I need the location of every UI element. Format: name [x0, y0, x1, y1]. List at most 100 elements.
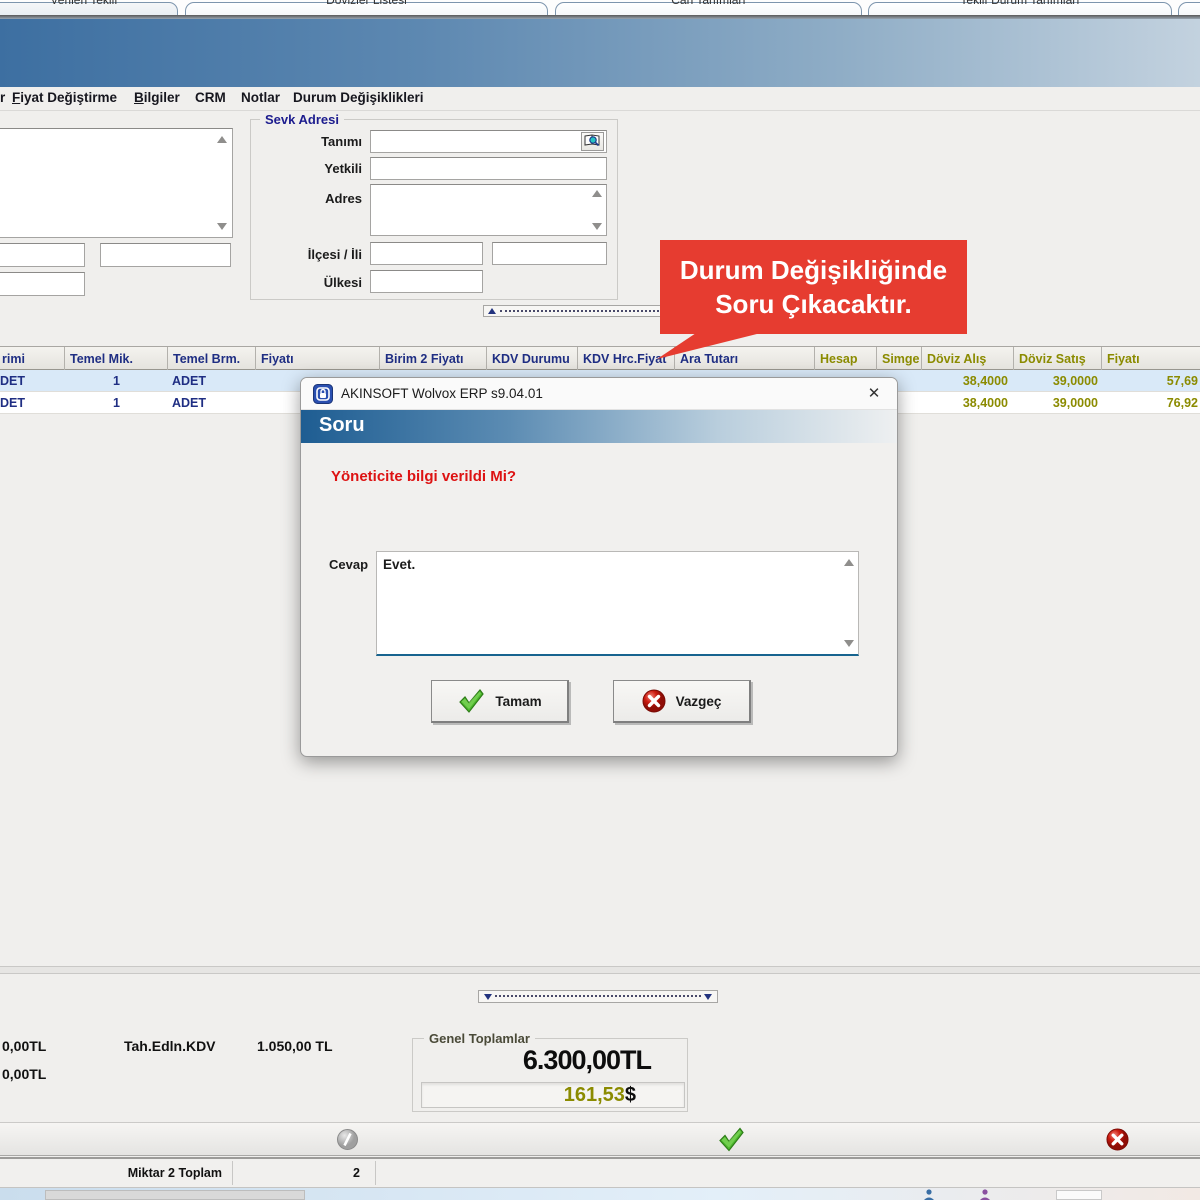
scroll-down-icon[interactable] [592, 223, 602, 230]
yetkili-input[interactable] [370, 157, 607, 180]
scroll-down-icon[interactable] [217, 223, 227, 230]
grid-header-row: rimi Temel Mik. Temel Brm. Fiyatı Birim … [0, 346, 1200, 370]
book-magnifier-icon [584, 134, 601, 147]
tab-label: Teklif Durum Tanımları [869, 0, 1171, 7]
red-x-icon[interactable] [1106, 1128, 1129, 1151]
tab-label: Dövizler Listesi [186, 0, 547, 7]
green-check-icon[interactable] [717, 1126, 745, 1153]
tab-cari-tanimlari[interactable]: Cari Tanımları [555, 2, 862, 15]
blue-person-icon[interactable] [923, 1189, 935, 1200]
col-header-temel-brm[interactable]: Temel Brm. [168, 347, 256, 371]
menu-item-fiyat-degistirme[interactable]: Fiyat Değiştirme [12, 90, 117, 105]
callout-line2: Soru Çıkacaktır. [660, 287, 967, 321]
dialog-titlebar[interactable]: AKINSOFT Wolvox ERP s9.04.01 ✕ [301, 378, 897, 410]
lookup-button[interactable] [581, 132, 604, 151]
statusbar-divider [232, 1161, 233, 1185]
col-header-kdv-hrc-fiyat[interactable]: KDV Hrc.Fiyat [578, 347, 675, 371]
scroll-up-icon[interactable] [217, 136, 227, 143]
col-header-doviz-alis[interactable]: Döviz Alış [922, 347, 1014, 371]
genel-toplamlar-groupbox: 6.300,00TL 161,53$ [412, 1038, 688, 1112]
tab-verilen-teklif[interactable]: Verilen Teklif [0, 2, 178, 15]
notes-listbox[interactable] [0, 128, 233, 238]
left-input-1[interactable] [0, 243, 85, 267]
panel-divider [0, 966, 1200, 974]
tab-extra[interactable] [1178, 2, 1200, 15]
menu-item-durum-degisiklikleri[interactable]: Durum Değişiklikleri [293, 90, 424, 105]
trackbar-marker-icon[interactable] [488, 308, 496, 314]
col-header-birimi[interactable]: rimi [0, 347, 65, 371]
genel-toplamlar-title: Genel Toplamlar [424, 1031, 535, 1046]
scroll-up-icon[interactable] [844, 559, 854, 566]
left-input-3[interactable] [0, 272, 85, 296]
col-header-ara-tutari[interactable]: Ara Tutarı [675, 347, 815, 371]
cell-temel-brm: ADET [172, 392, 252, 414]
col-header-simge[interactable]: Simge [877, 347, 922, 371]
gray-slash-icon[interactable] [337, 1129, 358, 1150]
footer-white-box[interactable] [1056, 1190, 1102, 1200]
genel-toplam-usd: 161,53 [564, 1084, 625, 1106]
miktar-toplam-value: 2 [353, 1166, 360, 1180]
tab-label: Cari Tanımları [556, 0, 861, 7]
dialog-header-text: Soru [319, 414, 365, 437]
col-header-fiyati[interactable]: Fiyatı [256, 347, 380, 371]
title-banner [0, 19, 1200, 87]
vazgec-button[interactable]: Vazgeç [613, 680, 751, 723]
col-header-birim2-fiyati[interactable]: Birim 2 Fiyatı [380, 347, 487, 371]
genel-toplam-tl: 6.300,00TL [523, 1045, 651, 1076]
total-left-2: 0,00TL [2, 1066, 46, 1082]
callout-bubble: Durum Değişikliğinde Soru Çıkacaktır. [660, 240, 967, 334]
lower-trackbar[interactable] [478, 990, 718, 1003]
col-header-fiyati-2[interactable]: Fiyatı [1102, 347, 1200, 371]
cevap-textarea[interactable]: Evet. [376, 551, 859, 656]
menu-item-notlar[interactable]: Notlar [241, 90, 280, 105]
adres-textarea[interactable] [370, 184, 607, 236]
ulkesi-input[interactable] [370, 270, 483, 293]
wolvox-erp-window: Verilen Teklif Dövizler Listesi Cari Tan… [0, 0, 1200, 1200]
scroll-down-icon[interactable] [844, 640, 854, 647]
cell-temel-brm: ADET [172, 370, 252, 392]
scroll-up-icon[interactable] [592, 190, 602, 197]
genel-toplam-usd-box: 161,53$ [421, 1082, 685, 1108]
status-bar: Miktar 2 Toplam 2 [0, 1157, 1200, 1188]
tab-teklif-durum-tanimlari[interactable]: Teklif Durum Tanımları [868, 2, 1172, 15]
cell-birimi: DET [0, 370, 60, 392]
footer-inset-panel [45, 1190, 305, 1200]
ilcesi-ili-label: İlçesi / İli [262, 247, 362, 262]
purple-person-icon[interactable] [979, 1189, 991, 1200]
cell-temel-mik: 1 [65, 370, 120, 392]
tamam-label: Tamam [495, 694, 541, 709]
total-left-1: 0,00TL [2, 1038, 46, 1054]
col-header-kdv-durumu[interactable]: KDV Durumu [487, 347, 578, 371]
sevk-adresi-title: Sevk Adresi [260, 112, 344, 127]
tanimi-input[interactable] [370, 130, 607, 153]
tah-edln-kdv-label: Tah.Edln.KDV [124, 1038, 216, 1054]
tab-strip: Verilen Teklif Dövizler Listesi Cari Tan… [0, 0, 1200, 15]
col-header-temel-mik[interactable]: Temel Mik. [65, 347, 168, 371]
cevap-label: Cevap [329, 557, 368, 572]
col-header-doviz-satis[interactable]: Döviz Satış [1014, 347, 1102, 371]
yetkili-label: Yetkili [262, 161, 362, 176]
tamam-button[interactable]: Tamam [431, 680, 569, 723]
menubar: r Fiyat Değiştirme Bilgiler CRM Notlar D… [0, 87, 1200, 111]
soru-dialog: AKINSOFT Wolvox ERP s9.04.01 ✕ Soru Yöne… [300, 377, 898, 757]
menu-item-fragment[interactable]: r [0, 90, 8, 105]
green-check-icon [457, 688, 485, 714]
trackbar-marker-icon[interactable] [704, 994, 712, 1000]
cell-fiyati: 76,92 [1102, 392, 1198, 414]
ilcesi-input[interactable] [370, 242, 483, 265]
tah-edln-kdv-value: 1.050,00 TL [257, 1038, 333, 1054]
tab-label: Verilen Teklif [0, 0, 177, 7]
tab-dovizler-listesi[interactable]: Dövizler Listesi [185, 2, 548, 15]
left-input-2[interactable] [100, 243, 231, 267]
trackbar-marker-icon[interactable] [484, 994, 492, 1000]
col-header-hesap[interactable]: Hesap [815, 347, 877, 371]
menu-item-bilgiler[interactable]: Bilgiler [134, 90, 180, 105]
close-icon[interactable]: ✕ [863, 383, 885, 405]
cell-doviz-alis: 38,4000 [922, 392, 1008, 414]
vazgec-label: Vazgeç [676, 694, 722, 709]
dialog-title: AKINSOFT Wolvox ERP s9.04.01 [341, 386, 543, 401]
ili-input[interactable] [492, 242, 607, 265]
menu-item-crm[interactable]: CRM [195, 90, 226, 105]
cell-doviz-alis: 38,4000 [922, 370, 1008, 392]
callout-line1: Durum Değişikliğinde [660, 253, 967, 287]
